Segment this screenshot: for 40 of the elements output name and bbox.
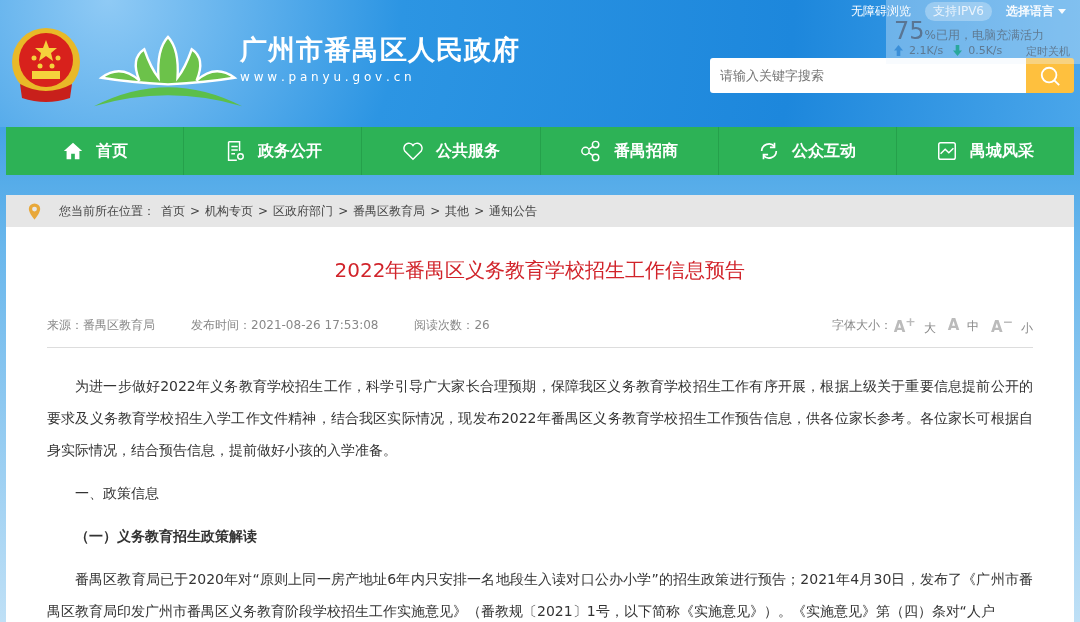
usage-status: %已用，电脑充满活力	[924, 28, 1044, 44]
accessibility-link[interactable]: 无障碍浏览	[851, 2, 912, 20]
breadcrumb-separator: >	[190, 204, 201, 218]
usage-percent: 75	[894, 18, 925, 44]
article-paragraph: （一）义务教育招生政策解读	[74, 527, 258, 546]
article-meta: 阅读次数：26	[414, 317, 490, 334]
breadcrumb-separator: >	[338, 204, 349, 218]
shutdown-timer-link[interactable]: 定时关机	[1026, 44, 1070, 59]
article-meta: 发布时间：2021-08-26 17:53:08	[191, 317, 379, 334]
font-size-option[interactable]: A 中	[947, 316, 980, 335]
upload-speed: 2.1K/s	[909, 44, 944, 57]
breadcrumb-link[interactable]: 通知公告	[489, 202, 538, 220]
article-paragraph: 为进一步做好2022年义务教育学校招生工作，科学引导广大家长合理预期，保障我区义务教育学校招生工作有序开展，根据上级关于重要信息提前公开的要求及义务教育学校招生入学工作文件精神，结合我区实际情况，现发布2022年番禺区义务教育学校招生工作预告信息，供各位家长参考。各位家长可根据自身实际情况，结合预告信息，提前做好小孩的入学准备。	[47, 377, 1033, 460]
nav-item[interactable]: 番禺招商	[539, 127, 718, 175]
breadcrumb-separator: >	[258, 204, 269, 218]
nav-item[interactable]: 公共服务	[361, 127, 540, 175]
nav-item[interactable]: 禺城风采	[895, 127, 1075, 175]
search-field[interactable]: 请输入关键字搜索	[710, 58, 1026, 93]
breadcrumb-link[interactable]: 其他	[445, 202, 470, 220]
site-url: w w w . p a n y u . g o v . c n	[240, 69, 413, 84]
article-paragraph: 一、政策信息	[74, 484, 160, 503]
breadcrumb-separator: >	[474, 204, 485, 218]
nav-item[interactable]: 首页	[6, 127, 184, 175]
breadcrumb-separator: >	[430, 204, 441, 218]
breadcrumb-link[interactable]: 区政府部门	[273, 202, 334, 220]
breadcrumb-link[interactable]: 机构专页	[205, 202, 254, 220]
font-size-option[interactable]: A$^{+}$ 大	[893, 314, 936, 337]
article-meta: 来源：番禺区教育局	[47, 317, 155, 334]
nav-item[interactable]: 政务公开	[183, 127, 362, 175]
nav-item[interactable]: 公众互动	[717, 127, 896, 175]
language-dropdown[interactable]: 选择语言	[1006, 2, 1066, 20]
breadcrumb-label: 您当前所在位置：	[59, 202, 155, 220]
site-title: 广州市番禺区人民政府	[240, 32, 520, 67]
breadcrumb-link[interactable]: 番禺区教育局	[353, 202, 426, 220]
article-paragraph: 番禺区教育局已于2020年对“原则上同一房产地址6年内只安排一名地段生入读对口公办小学”的招生政策进行预告；2021年4月30日，发布了《广州市番禺区教育局印发广州市番禺区义务教育阶段学校招生工作实施意见》（番教规〔2021〕1号，以下简称《实施意见》）。《实施意见》第（四）条对“人户	[47, 570, 1033, 621]
breadcrumb-link[interactable]: 首页	[161, 202, 185, 220]
article-title: 2022年番禺区义务教育学校招生工作信息预告	[333, 257, 747, 284]
download-speed: 0.5K/s	[968, 44, 1003, 57]
font-size-label: 字体大小：	[831, 317, 892, 334]
font-size-option[interactable]: A$^{−}$ 小	[991, 314, 1033, 337]
